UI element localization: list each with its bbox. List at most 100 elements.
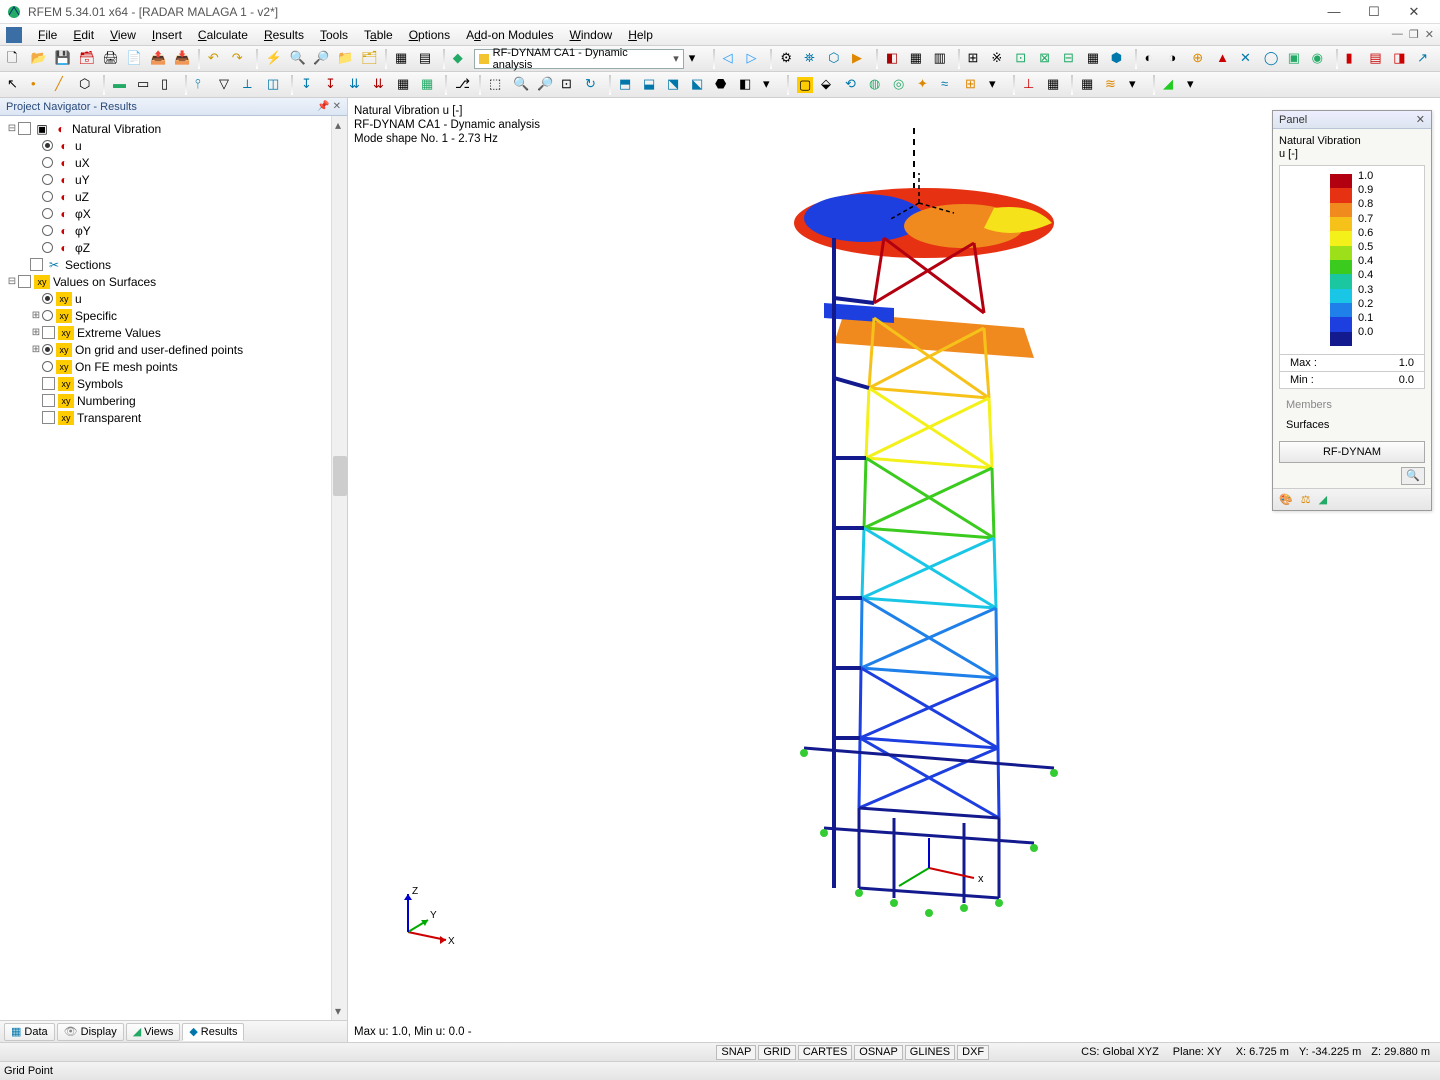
menu-calculate[interactable]: Calculate [190, 26, 256, 44]
table2-icon[interactable]: ▤ [416, 48, 438, 70]
ucs-icon[interactable]: ⎇ [452, 74, 474, 96]
vw2-icon[interactable]: ⬓ [640, 74, 662, 96]
pin-icon[interactable]: 📌 ✕ [317, 101, 341, 112]
menu-file[interactable]: File [30, 26, 65, 44]
memb1-icon[interactable]: ▬ [110, 74, 132, 96]
wp6-icon[interactable]: ✦ [914, 74, 936, 96]
tree-item-uz[interactable]: uZ [75, 190, 89, 204]
toggle-osnap[interactable]: OSNAP [854, 1045, 903, 1060]
tree-vos-transparent[interactable]: Transparent [77, 411, 141, 425]
panel-opt-members[interactable]: Members [1273, 395, 1431, 415]
toggle-cartes[interactable]: CARTES [798, 1045, 852, 1060]
sel2-icon[interactable]: 🔍 [510, 74, 532, 96]
lay2-icon[interactable]: ≋ [1102, 74, 1124, 96]
vw5-icon[interactable]: ⬣ [712, 74, 734, 96]
tree-vos-ongrid[interactable]: On grid and user-defined points [75, 343, 243, 357]
v2-icon[interactable]: ◑ [1165, 48, 1187, 70]
wp7-icon[interactable]: ≈ [938, 74, 960, 96]
tree-natural-vibration[interactable]: Natural Vibration [72, 122, 161, 136]
tab-display[interactable]: 👁Display [57, 1023, 124, 1041]
folder2-icon[interactable]: 🗂 [358, 48, 380, 70]
grid3-icon[interactable]: ⊡ [1012, 48, 1034, 70]
res3-icon[interactable]: ▥ [931, 48, 953, 70]
navigator-header[interactable]: Project Navigator - Results 📌 ✕ [0, 98, 347, 116]
save-icon[interactable]: 💾 [52, 48, 74, 70]
tab-views[interactable]: ◢Views [126, 1023, 181, 1041]
tree-vos-extreme[interactable]: Extreme Values [77, 326, 161, 340]
v3-icon[interactable]: ⊕ [1189, 48, 1211, 70]
new-icon[interactable]: 🗋 [4, 48, 26, 70]
panel-titlebar[interactable]: Panel✕ [1273, 111, 1431, 129]
toggle-dxf[interactable]: DXF [957, 1045, 989, 1060]
tree-vos-numbering[interactable]: Numbering [77, 394, 136, 408]
next-icon[interactable]: ▷ [744, 48, 766, 70]
tree-item-uy[interactable]: uY [75, 173, 90, 187]
wp5-icon[interactable]: ◎ [890, 74, 912, 96]
grid1-icon[interactable]: ⊞ [965, 48, 987, 70]
v4-icon[interactable]: ▲ [1213, 48, 1235, 70]
find-icon[interactable]: 🔍 [287, 48, 309, 70]
v1-icon[interactable]: ◐ [1142, 48, 1164, 70]
navigator-tree[interactable]: ⊟▣◐Natural Vibration ◐u ◐uX ◐uY ◐uZ ◐φX … [0, 116, 347, 1020]
saveall-icon[interactable]: 🗃 [76, 48, 98, 70]
tab-data[interactable]: ▦Data [4, 1023, 55, 1041]
tree-vos-specific[interactable]: Specific [75, 309, 117, 323]
node-icon[interactable]: • [28, 74, 50, 96]
sup3-icon[interactable]: ⟂ [240, 74, 262, 96]
folder-icon[interactable]: 📁 [334, 48, 356, 70]
poly-icon[interactable]: ⬡ [76, 74, 98, 96]
wp1-icon[interactable]: ▢ [794, 74, 816, 96]
calc2-icon[interactable]: ⛯ [801, 48, 823, 70]
calc3-icon[interactable]: ⬡ [825, 48, 847, 70]
v5-icon[interactable]: ✕ [1237, 48, 1259, 70]
3d-viewport[interactable]: Natural Vibration u [-] RF-DYNAM CA1 - D… [348, 98, 1440, 1042]
panel-rf-dynam-button[interactable]: RF-DYNAM [1279, 441, 1425, 463]
tree-vos-symbols[interactable]: Symbols [77, 377, 123, 391]
open-icon[interactable]: 📂 [28, 48, 50, 70]
toggle-glines[interactable]: GLINES [905, 1045, 955, 1060]
minimize-button[interactable]: — [1314, 0, 1354, 24]
sup4-icon[interactable]: ◫ [264, 74, 286, 96]
vw3-icon[interactable]: ⬔ [664, 74, 686, 96]
vw6-icon[interactable]: ◧ [736, 74, 758, 96]
grid7-icon[interactable]: ⬢ [1108, 48, 1130, 70]
tree-item-phix[interactable]: φX [75, 207, 91, 221]
mdi-close-icon[interactable]: ✕ [1425, 28, 1434, 41]
report-icon[interactable]: 📄 [123, 48, 145, 70]
prev-icon[interactable]: ◁ [720, 48, 742, 70]
menu-view[interactable]: View [102, 26, 144, 44]
h2-icon[interactable]: ▤ [1366, 48, 1388, 70]
menu-insert[interactable]: Insert [144, 26, 190, 44]
tree-vos-onfe[interactable]: On FE mesh points [75, 360, 178, 374]
toggle-snap[interactable]: SNAP [716, 1045, 756, 1060]
h1-icon[interactable]: ▮ [1343, 48, 1365, 70]
mdi-minimize-icon[interactable]: — [1392, 28, 1403, 41]
tree-scrollbar[interactable]: ▴▾ [331, 116, 347, 1020]
sup1-icon[interactable]: ⫯ [192, 74, 214, 96]
scale-icon[interactable]: ⚖ [1301, 493, 1311, 506]
menu-table[interactable]: Table [356, 26, 401, 44]
grid2-icon[interactable]: ※ [988, 48, 1010, 70]
sel4-icon[interactable]: ⊡ [558, 74, 580, 96]
menu-tools[interactable]: Tools [312, 26, 356, 44]
wp9-icon[interactable]: ▾ [986, 74, 1008, 96]
v8-icon[interactable]: ◉ [1309, 48, 1331, 70]
calc1-icon[interactable]: ⚙ [777, 48, 799, 70]
results-panel[interactable]: Panel✕ Natural Vibration u [-] 1.00.90.8… [1272, 110, 1432, 511]
grid4-icon[interactable]: ⊠ [1036, 48, 1058, 70]
ld2-icon[interactable]: ↧ [322, 74, 344, 96]
tree-item-ux[interactable]: uX [75, 156, 90, 170]
tree-item-u[interactable]: u [75, 139, 82, 153]
sel5-icon[interactable]: ↻ [582, 74, 604, 96]
module-icon[interactable]: ◆ [450, 48, 472, 70]
ld3-icon[interactable]: ⇊ [346, 74, 368, 96]
wp8-icon[interactable]: ⊞ [962, 74, 984, 96]
panel-zoom-icon[interactable]: 🔍 [1401, 467, 1425, 485]
dim-icon[interactable]: ⊥ [1020, 74, 1042, 96]
tree-item-phiz[interactable]: φZ [75, 241, 90, 255]
sel1-icon[interactable]: ⬚ [486, 74, 508, 96]
tab-results[interactable]: ◆Results [182, 1023, 244, 1041]
menu-window[interactable]: Window [562, 26, 621, 44]
maximize-button[interactable]: ☐ [1354, 0, 1394, 24]
ld6-icon[interactable]: ▦ [418, 74, 440, 96]
